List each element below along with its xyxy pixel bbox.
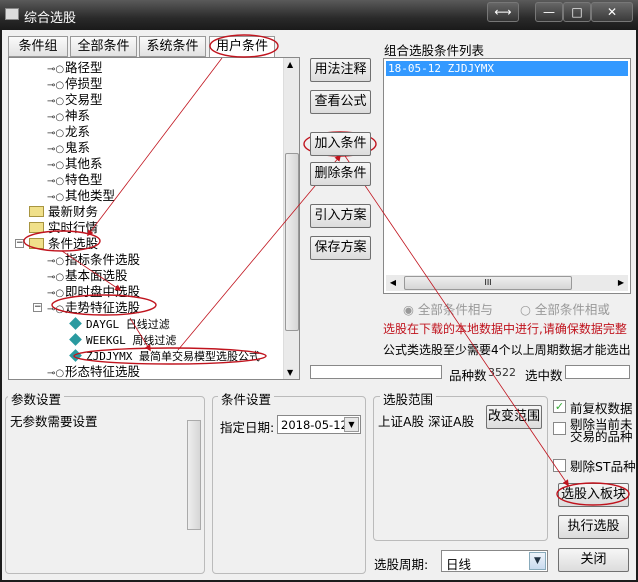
delete-condition-button[interactable]: 删除条件 [310, 162, 371, 186]
add-condition-button[interactable]: 加入条件 [310, 132, 371, 156]
highlight-formula-item [73, 347, 267, 365]
annotation-arrow [344, 155, 569, 487]
view-formula-button[interactable]: 查看公式 [310, 90, 371, 114]
save-scheme-button[interactable]: 保存方案 [310, 236, 371, 260]
annotation-arrow [87, 57, 223, 237]
highlight-to-block-button [556, 482, 630, 506]
annotation-arrow [61, 250, 122, 291]
highlight-user-tab [209, 34, 279, 58]
highlight-trend-item [51, 294, 157, 316]
annotation-overlay [23, 34, 630, 506]
annotation-arrow [129, 317, 151, 352]
usage-notes-button[interactable]: 用法注释 [310, 58, 371, 82]
import-scheme-button[interactable]: 引入方案 [310, 204, 371, 228]
